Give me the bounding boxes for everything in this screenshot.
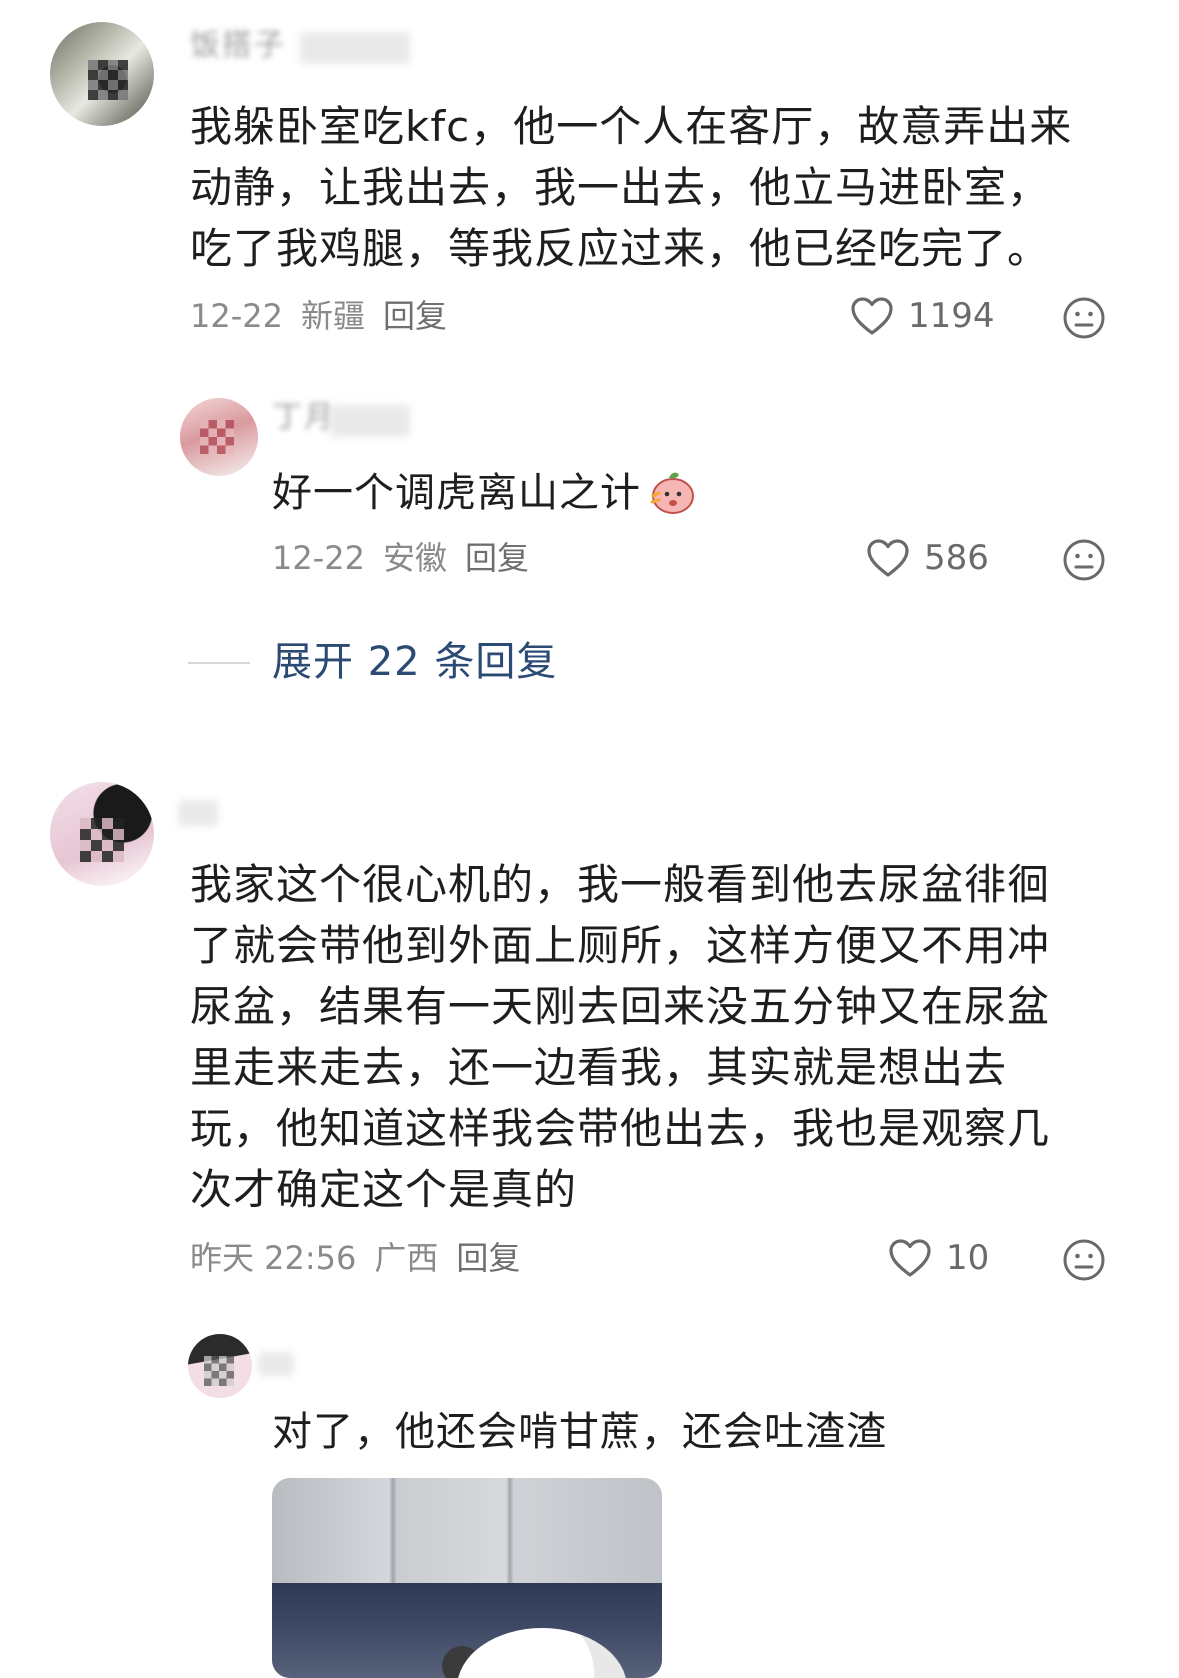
reply-text: 对了，他还会啃甘蔗，还会吐渣渣 [272,1409,887,1455]
neutral-face-icon [1063,297,1105,339]
heart-outline-icon [851,297,893,335]
reply-photo[interactable] [272,1478,662,1678]
like-count: 586 [924,538,989,578]
neutral-face-icon [1063,1239,1105,1281]
comment-username[interactable]: 饭搭子 [190,28,286,64]
avatar[interactable] [50,22,154,126]
reply-text: 好一个调虎离山之计 [272,466,697,519]
reply-avatar[interactable] [188,1334,252,1398]
reply-date: 12-22 [272,539,365,577]
username-redaction [300,32,410,64]
comment-date: 12-22 [190,297,283,335]
username-redaction[interactable] [178,800,218,826]
reply-button[interactable]: 回复 [465,539,529,577]
angry-peach-sticker [650,472,694,514]
reply-text-content: 好一个调虎离山之计 [272,470,641,516]
reply-avatar[interactable] [180,398,258,476]
like-button[interactable]: 586 [866,538,989,578]
reply-button[interactable]: 回复 [456,1239,520,1277]
dislike-button[interactable] [1062,1238,1106,1282]
reply-meta: 12-22 安徽 回复 [272,538,547,578]
dislike-button[interactable] [1062,538,1106,582]
like-button[interactable]: 10 [888,1238,989,1278]
like-count: 1194 [908,296,995,336]
comment-text: 我家这个很心机的，我一般看到他去尿盆徘徊 了就会带他到外面上厕所，这样方便又不用… [190,860,1051,1214]
heart-outline-icon [867,539,909,577]
expand-replies-button[interactable]: 展开 22 条回复 [272,638,557,686]
comment-text: 我躲卧室吃kfc，他一个人在客厅，故意弄出来 动静，让我出去，我一出去，他立马进… [190,102,1073,273]
comment-location: 新疆 [300,297,365,335]
username-redaction [330,405,410,437]
reply-username[interactable]: 丁月 [272,400,336,436]
expand-divider [188,662,250,664]
dislike-button[interactable] [1062,296,1106,340]
like-count: 10 [946,1238,990,1278]
like-button[interactable]: 1194 [850,296,995,336]
comment-meta: 昨天 22:56 广西 回复 [190,1238,538,1278]
reply-button[interactable]: 回复 [383,297,447,335]
avatar[interactable] [50,782,154,886]
heart-outline-icon [889,1239,931,1277]
username-redaction[interactable] [258,1352,294,1376]
comment-meta: 12-22 新疆 回复 [190,296,465,336]
comment-location: 广西 [374,1239,439,1277]
reply-location: 安徽 [382,539,447,577]
comment-date: 昨天 22:56 [190,1239,357,1277]
neutral-face-icon [1063,539,1105,581]
